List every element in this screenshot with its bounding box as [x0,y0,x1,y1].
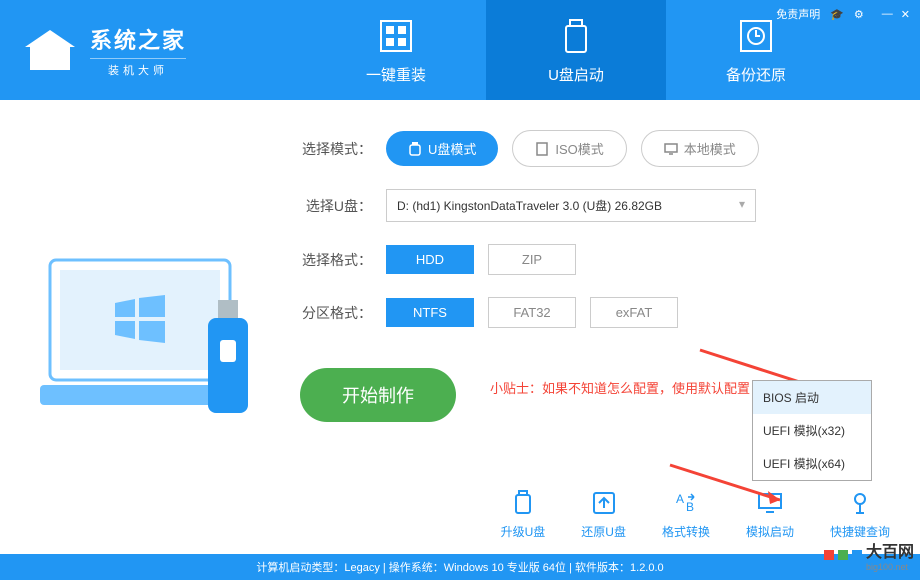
popup-uefi32[interactable]: UEFI 模拟(x32) [753,414,871,447]
fs-fat32-button[interactable]: FAT32 [488,297,576,328]
partition-label: 分区格式： [300,303,372,323]
popup-bios[interactable]: BIOS 启动 [753,381,871,414]
logo-subtitle: 装机大师 [90,58,186,78]
gear-icon[interactable]: ⚙ [854,8,864,21]
app-header: 系统之家 装机大师 一键重装 U盘启动 备份还原 免责声明 🎓 ⚙ — ✕ [0,0,920,100]
format-hdd-button[interactable]: HDD [386,245,474,274]
logo-title: 系统之家 [90,23,186,55]
tool-restore[interactable]: 还原U盘 [581,489,626,540]
mode-usb-button[interactable]: U盘模式 [386,131,498,166]
status-bar: 计算机启动类型：Legacy | 操作系统：Windows 10 专业版 64位… [0,554,920,580]
windows-reload-icon [376,16,416,56]
fs-exfat-button[interactable]: exFAT [590,297,678,328]
boot-mode-popup: BIOS 启动 UEFI 模拟(x32) UEFI 模拟(x64) [752,380,872,481]
disclaimer-link[interactable]: 免责声明 [776,6,820,22]
footer-tools: 升级U盘 还原U盘 AB 格式转换 模拟启动 快捷键查询 [501,489,890,540]
tool-hotkey[interactable]: 快捷键查询 [830,489,890,540]
drive-select[interactable]: D: (hd1) KingstonDataTraveler 3.0 (U盘) 2… [386,189,756,222]
graduate-icon[interactable]: 🎓 [830,8,844,21]
mode-label: 选择模式： [300,139,372,159]
format-convert-icon: AB [672,489,700,517]
fs-ntfs-button[interactable]: NTFS [386,298,474,327]
simulate-boot-icon [756,489,784,517]
tool-convert[interactable]: AB 格式转换 [662,489,710,540]
start-button[interactable]: 开始制作 [300,368,456,422]
usb-illustration-icon [200,300,260,430]
upgrade-usb-icon [509,489,537,517]
tip-text: 小贴士：如果不知道怎么配置，使用默认配置 [490,378,750,397]
format-zip-button[interactable]: ZIP [488,244,576,275]
minimize-button[interactable]: — [882,8,893,21]
format-label: 选择格式： [300,250,372,270]
backup-restore-icon [736,16,776,56]
mode-iso-button[interactable]: ISO模式 [512,130,626,167]
nav-usb-boot[interactable]: U盘启动 [486,0,666,100]
hotkey-search-icon [846,489,874,517]
popup-uefi64[interactable]: UEFI 模拟(x64) [753,447,871,480]
usb-small-icon [408,142,422,156]
close-button[interactable]: ✕ [901,8,910,21]
tool-upgrade[interactable]: 升级U盘 [501,489,546,540]
logo: 系统之家 装机大师 [0,23,186,78]
watermark: 大百网 big100.net [824,538,914,572]
svg-text:A: A [676,492,684,506]
restore-usb-icon [590,489,618,517]
house-logo-icon [20,25,80,75]
nav-reinstall[interactable]: 一键重装 [306,0,486,100]
window-controls: 免责声明 🎓 ⚙ — ✕ [776,6,910,22]
usb-drive-icon [556,16,596,56]
iso-file-icon [535,142,549,156]
drive-label: 选择U盘： [300,196,372,216]
monitor-icon [664,142,678,156]
illustration [40,160,270,420]
main-nav: 一键重装 U盘启动 备份还原 [306,0,846,100]
tool-simulate[interactable]: 模拟启动 [746,489,794,540]
mode-local-button[interactable]: 本地模式 [641,130,759,167]
svg-text:B: B [686,500,694,514]
